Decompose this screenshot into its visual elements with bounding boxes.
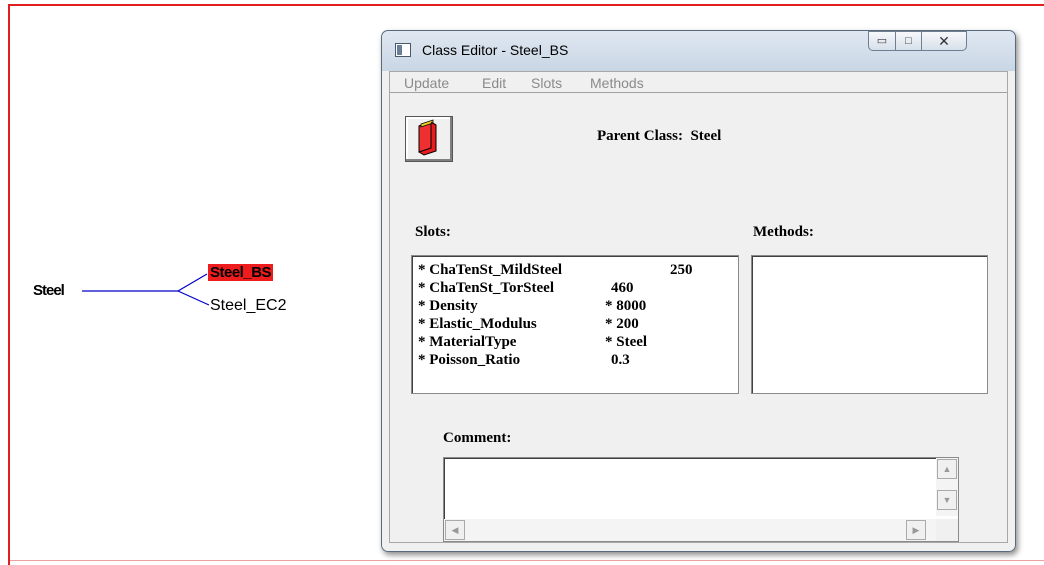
list-item[interactable]: * Poisson_Ratio 0.3: [418, 351, 738, 369]
slot-value: * Steel: [605, 334, 648, 350]
menu-bar: Update Edit Slots Methods: [390, 72, 1007, 93]
list-item[interactable]: * ChaTenSt_MildSteel 250: [418, 261, 738, 279]
slot-value: 460: [611, 280, 634, 296]
window-client-area: Update Edit Slots Methods Parent Class: …: [389, 71, 1008, 543]
slot-value: 0.3: [611, 352, 630, 368]
comment-label: Comment:: [443, 430, 512, 446]
vertical-scrollbar[interactable]: ▲ ▼: [936, 458, 958, 516]
scroll-right-button[interactable]: ▶: [906, 520, 926, 540]
parent-class-caption: Parent Class:: [597, 128, 683, 144]
slots-label: Slots:: [415, 224, 451, 240]
scroll-down-button[interactable]: ▼: [937, 490, 957, 510]
arrow-up-icon: ▲: [942, 464, 952, 474]
title-bar[interactable]: Class Editor - Steel_BS ▭ □ ✕: [382, 31, 1015, 71]
maximize-icon: □: [905, 35, 912, 47]
slot-value: * 8000: [605, 298, 647, 314]
parent-class-label: Parent Class: Steel: [597, 128, 721, 145]
list-item[interactable]: * Density * 8000: [418, 297, 738, 315]
menu-slots[interactable]: Slots: [531, 75, 562, 91]
slots-list[interactable]: * ChaTenSt_MildSteel 250 * ChaTenSt_TorS…: [411, 255, 739, 394]
slot-value: * 200: [605, 316, 639, 332]
list-item[interactable]: * MaterialType * Steel: [418, 333, 738, 351]
tree-node-steel-bs[interactable]: Steel_BS: [208, 264, 274, 281]
slot-name: * Density: [418, 298, 478, 314]
slot-name: * MaterialType: [418, 334, 517, 350]
slot-value: 250: [670, 262, 693, 278]
arrow-left-icon: ◀: [451, 525, 459, 535]
arrow-right-icon: ▶: [912, 525, 920, 535]
slot-name: * ChaTenSt_TorSteel: [418, 280, 554, 296]
menu-methods[interactable]: Methods: [590, 75, 644, 91]
scroll-left-button[interactable]: ◀: [445, 520, 465, 540]
list-item[interactable]: * ChaTenSt_TorSteel 460: [418, 279, 738, 297]
menu-edit[interactable]: Edit: [482, 75, 506, 91]
slot-name: * Poisson_Ratio: [418, 352, 521, 368]
open-class-button[interactable]: [405, 116, 453, 162]
methods-list[interactable]: [751, 255, 988, 394]
horizontal-scrollbar[interactable]: ◀ ▶: [444, 519, 938, 541]
tree-node-steel[interactable]: Steel: [33, 282, 65, 299]
scroll-up-button[interactable]: ▲: [937, 459, 957, 479]
scrollbar-corner: [936, 519, 958, 541]
slot-name: * ChaTenSt_MildSteel: [418, 262, 563, 278]
minimize-button[interactable]: ▭: [868, 31, 896, 51]
window-title: Class Editor - Steel_BS: [422, 42, 569, 58]
tree-branch-line: [177, 290, 210, 306]
close-button[interactable]: ✕: [921, 31, 967, 51]
class-editor-window: Class Editor - Steel_BS ▭ □ ✕ Update Edi…: [381, 30, 1016, 552]
minimize-icon: ▭: [876, 35, 888, 47]
menu-update[interactable]: Update: [404, 75, 449, 91]
comment-textarea[interactable]: ▲ ▼ ◀ ▶: [443, 457, 959, 542]
close-icon: ✕: [938, 33, 950, 49]
slot-name: * Elastic_Modulus: [418, 316, 537, 332]
window-app-icon[interactable]: [395, 43, 411, 57]
tree-branch-line: [177, 273, 208, 292]
parent-class-value: Steel: [690, 128, 722, 144]
maximize-button[interactable]: □: [895, 31, 922, 51]
book-icon: [418, 119, 437, 156]
tree-node-steel-ec2[interactable]: Steel_EC2: [210, 297, 287, 315]
arrow-down-icon: ▼: [942, 495, 952, 505]
methods-label: Methods:: [753, 224, 814, 240]
list-item[interactable]: * Elastic_Modulus * 200: [418, 315, 738, 333]
